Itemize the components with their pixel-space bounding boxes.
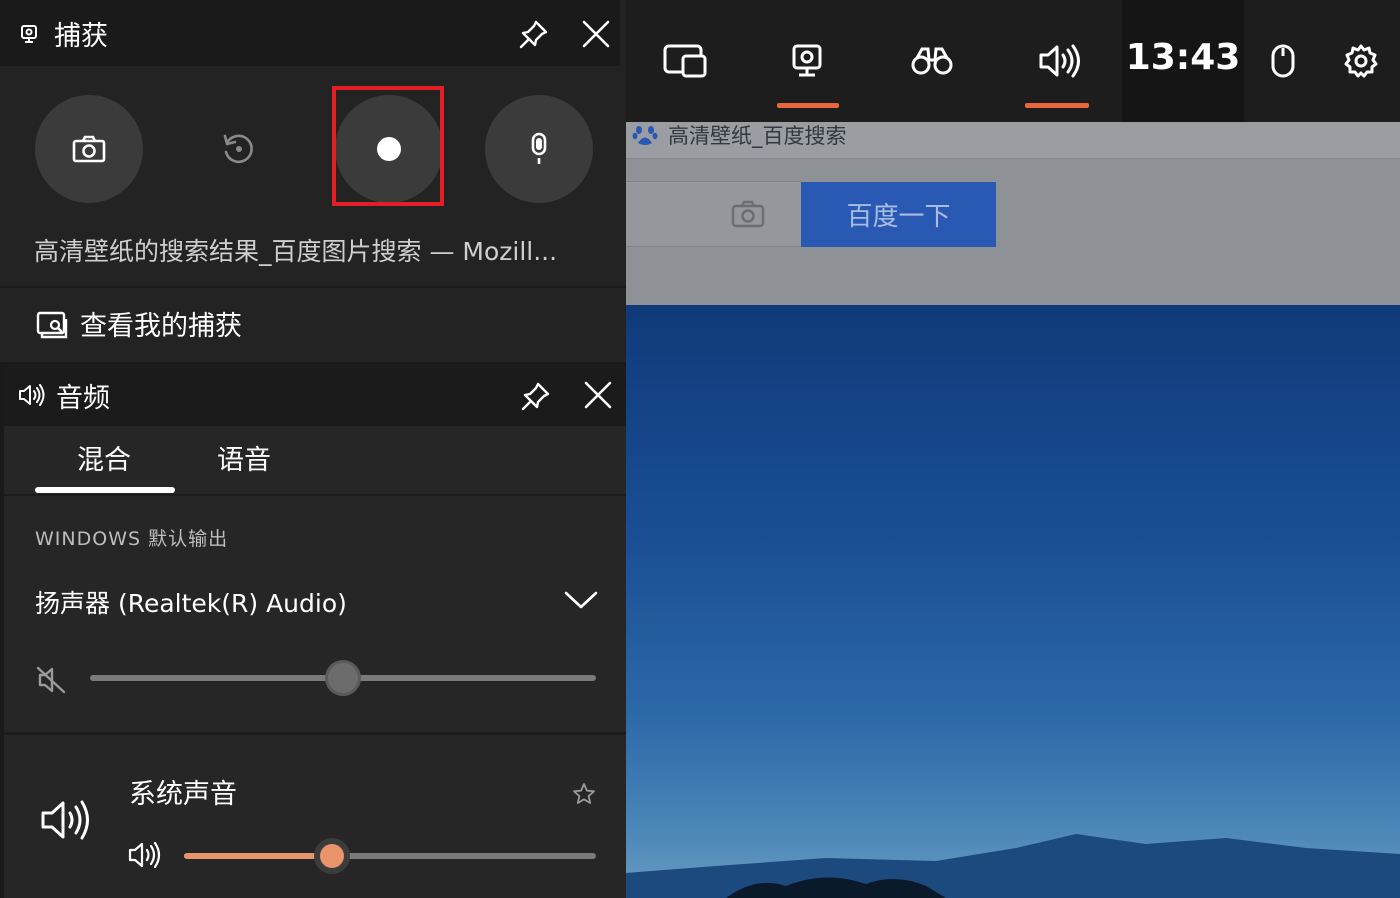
record-button-highlight (332, 86, 444, 206)
audio-panel: 音频 混合 语音 WINDOWS 默认输出 扬声器 (Realtek(R) Au… (4, 364, 626, 898)
close-icon[interactable] (581, 19, 611, 49)
mouse-icon (1270, 43, 1296, 79)
browser-tab-title[interactable]: 高清壁纸_百度搜索 (668, 120, 847, 150)
gallery-icon (36, 311, 68, 339)
captured-window-title: 高清壁纸的搜索结果_百度图片搜索 — Mozill... (34, 237, 558, 266)
widget-menu-icon (663, 42, 707, 80)
baidu-paw-icon (632, 124, 658, 146)
mouse-button[interactable] (1244, 0, 1322, 122)
widget-menu-button[interactable] (622, 0, 747, 122)
muted-speaker-icon[interactable] (34, 664, 68, 696)
speaker-icon (40, 798, 92, 842)
output-device-select[interactable]: 扬声器 (Realtek(R) Audio) (35, 584, 347, 620)
wallpaper-image (626, 305, 1400, 898)
camera-icon (72, 135, 106, 163)
search-box[interactable] (626, 181, 801, 247)
panel-title: 捕获 (54, 21, 108, 52)
panel-title: 音频 (56, 383, 110, 414)
capture-widget-button[interactable] (747, 0, 867, 122)
background-browser-window: 高清壁纸_百度搜索 百度一下 (626, 0, 1400, 898)
microphone-button[interactable] (485, 95, 593, 203)
baidu-search-button[interactable]: 百度一下 (801, 182, 996, 247)
audio-tabs: 混合 语音 (4, 426, 626, 496)
screenshot-button[interactable] (35, 95, 143, 203)
camera-icon[interactable] (730, 198, 766, 230)
active-tab-indicator (35, 487, 175, 493)
microphone-icon (527, 132, 551, 166)
capture-icon (791, 43, 823, 79)
game-bar: 13:43 (622, 0, 1400, 122)
clock: 13:43 (1122, 0, 1244, 122)
app-volume-thumb[interactable] (314, 838, 351, 874)
speaker-icon (128, 841, 162, 869)
tab-mix[interactable]: 混合 (77, 438, 131, 477)
pin-icon[interactable] (520, 380, 552, 412)
speaker-icon (1038, 43, 1082, 79)
master-volume-thumb[interactable] (325, 660, 361, 696)
settings-button[interactable] (1322, 0, 1400, 122)
app-volume-fill (184, 853, 333, 859)
pin-icon[interactable] (518, 18, 550, 50)
divider (4, 732, 626, 735)
app-name: 系统声音 (129, 779, 237, 810)
capture-panel: 捕获 高清壁纸的搜索结果_百度图片搜索 — Mozill... 查看我的捕获 (0, 0, 626, 362)
active-indicator (777, 103, 839, 108)
view-my-captures-label: 查看我的捕获 (80, 311, 242, 342)
gear-icon (1344, 44, 1378, 78)
looking-for-group-button[interactable] (867, 0, 997, 122)
audio-widget-button[interactable] (997, 0, 1122, 122)
speaker-icon (18, 384, 46, 406)
capture-icon (20, 24, 38, 44)
replay-icon (220, 131, 256, 167)
tab-voice[interactable]: 语音 (217, 438, 271, 477)
record-last-30-seconds-button[interactable] (184, 95, 292, 203)
binoculars-icon (911, 46, 953, 76)
section-label: WINDOWS 默认输出 (35, 528, 229, 550)
active-indicator (1025, 103, 1089, 108)
chevron-down-icon[interactable] (564, 590, 598, 610)
mountain-silhouette (626, 834, 1400, 898)
star-icon[interactable] (572, 782, 596, 806)
close-icon[interactable] (583, 380, 613, 410)
